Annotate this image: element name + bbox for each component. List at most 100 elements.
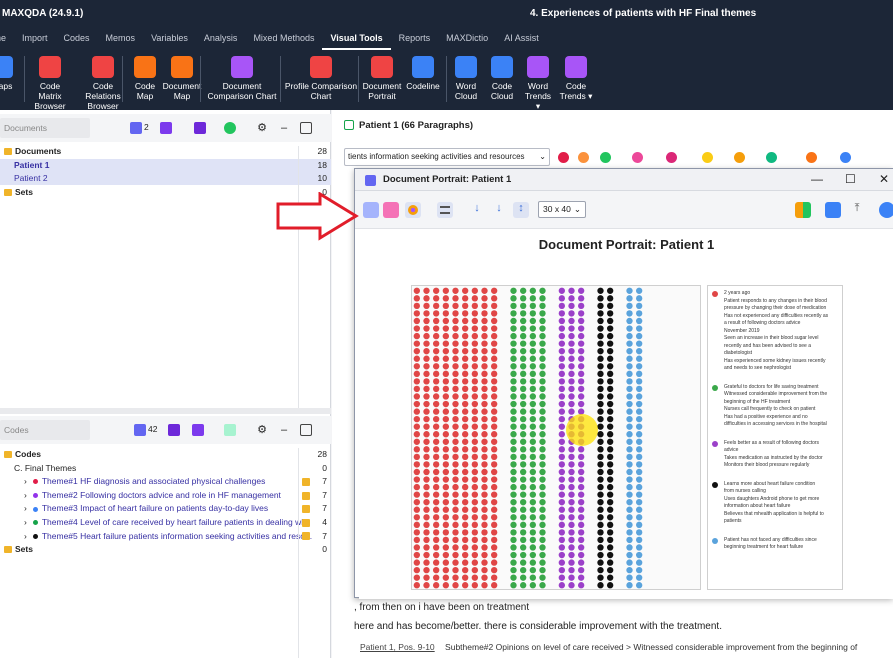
add-icon[interactable] [224, 122, 236, 134]
tree-row[interactable]: C. Final Themes 0 [0, 462, 331, 475]
gear-icon[interactable]: ⚙ [256, 424, 268, 436]
expand-chevron-icon[interactable]: › [24, 490, 27, 500]
code-icon[interactable] [558, 152, 569, 163]
expand-chevron-icon[interactable]: › [24, 503, 27, 513]
ribbon-button[interactable]: Profile Comparison Chart [284, 56, 358, 101]
code-selector-dropdown[interactable]: tients information seeking activities an… [344, 148, 550, 166]
palette-icon[interactable] [795, 202, 811, 218]
tree-row[interactable]: Sets 0 [0, 543, 331, 556]
tree-row[interactable]: › Theme#4 Level of care received by heart… [0, 516, 331, 529]
portrait-dot [539, 499, 546, 506]
minimize-icon[interactable]: – [278, 424, 290, 436]
portrait-dot [490, 295, 498, 302]
tree-row[interactable]: Documents 28 [0, 145, 331, 158]
portrait-dot [432, 348, 440, 355]
sort-asc-icon[interactable]: ↓ [469, 202, 485, 218]
ribbon-button[interactable]: Word Trends ▾ [522, 56, 554, 111]
tree-row[interactable]: › Theme#1 HF diagnosis and associated phy… [0, 475, 331, 488]
menu-tab[interactable]: Visual Tools [322, 26, 391, 50]
window-titlebar[interactable]: Document Portrait: Patient 1 — ☐ ✕ [355, 169, 893, 191]
menu-tab[interactable]: Codes [56, 26, 98, 50]
undock-icon[interactable] [300, 424, 312, 436]
ribbon-button[interactable]: Maps [0, 56, 16, 91]
export-icon[interactable]: ⤒ [849, 202, 865, 218]
grid-size-select[interactable]: 30 x 40 ⌄ [538, 201, 586, 218]
ribbon-button[interactable]: Code Matrix Browser [28, 56, 72, 111]
close-window-button[interactable]: ✕ [879, 172, 889, 186]
list-view-icon[interactable] [437, 202, 453, 218]
grayscale-icon[interactable] [363, 202, 379, 218]
expand-chevron-icon[interactable]: › [24, 476, 27, 486]
color-mode-icon[interactable] [383, 202, 399, 218]
codes-search-input[interactable]: Codes [0, 420, 90, 440]
code-tool-icon[interactable] [192, 424, 204, 436]
help-icon[interactable] [879, 202, 893, 218]
sort-order-icon[interactable]: ↕ [513, 202, 529, 218]
new-code-icon[interactable] [168, 424, 180, 436]
tree-row[interactable]: › Theme#2 Following doctors advice and ro… [0, 489, 331, 502]
portrait-dot [423, 506, 430, 513]
memo-icon[interactable] [302, 518, 311, 527]
highlight-icon[interactable] [632, 152, 643, 163]
menu-tab[interactable]: Variables [143, 26, 196, 50]
memo-icon[interactable] [734, 152, 745, 163]
menu-tab[interactable]: Import [14, 26, 56, 50]
menu-tab[interactable]: Home [0, 26, 14, 50]
menu-tab[interactable]: MAXDictio [438, 26, 496, 50]
link-icon[interactable] [766, 152, 777, 163]
comment-icon[interactable] [806, 152, 817, 163]
menu-tab[interactable]: Reports [391, 26, 439, 50]
portrait-dot [529, 506, 537, 513]
new-document-icon[interactable] [160, 122, 172, 134]
ribbon-button[interactable]: Document Comparison Chart [206, 56, 278, 101]
portrait-dot [635, 378, 643, 385]
documents-search-input[interactable]: Documents [0, 118, 90, 138]
portrait-dot [461, 521, 469, 528]
undock-icon[interactable] [300, 122, 312, 134]
menu-tab[interactable]: Memos [98, 26, 144, 50]
ribbon-button[interactable]: Document Map [162, 56, 202, 101]
import-icon[interactable] [194, 122, 206, 134]
expand-chevron-icon[interactable]: › [24, 531, 27, 541]
edit-icon[interactable] [344, 120, 354, 131]
dots-mode-icon[interactable] [405, 202, 421, 218]
ribbon-button[interactable]: Code Relations Browser [78, 56, 128, 111]
menu-tab[interactable]: Analysis [196, 26, 246, 50]
code-icon[interactable] [578, 152, 589, 163]
ribbon-button[interactable]: Document Portrait [362, 56, 402, 101]
tree-row[interactable]: Codes 28 [0, 448, 331, 461]
camera-icon[interactable] [825, 202, 841, 218]
gear-icon[interactable]: ⚙ [256, 122, 268, 134]
ribbon-button[interactable]: Code Trends ▾ [558, 56, 594, 101]
ribbon-button[interactable]: Codeline [404, 56, 442, 91]
expand-chevron-icon[interactable]: › [24, 517, 27, 527]
activate-icon[interactable] [224, 424, 236, 436]
portrait-dot [490, 559, 498, 566]
documents-icon[interactable] [130, 122, 142, 134]
ribbon-button[interactable]: Code Map [130, 56, 160, 101]
minimize-icon[interactable]: – [278, 122, 290, 134]
ribbon-button[interactable]: Code Cloud [488, 56, 516, 101]
menu-tab[interactable]: Mixed Methods [245, 26, 322, 50]
sort-desc-icon[interactable]: ↓ [491, 202, 507, 218]
maximize-window-button[interactable]: ☐ [845, 172, 856, 186]
minimize-window-button[interactable]: — [811, 172, 823, 186]
emoji-icon[interactable] [702, 152, 713, 163]
menu-tab[interactable]: AI Assist [496, 26, 547, 50]
pen-icon[interactable] [666, 152, 677, 163]
code-icon[interactable] [600, 152, 611, 163]
memo-icon[interactable] [302, 505, 311, 514]
tree-row[interactable]: › Theme#3 Impact of heart failure on pati… [0, 502, 331, 515]
memo-icon[interactable] [302, 491, 311, 500]
tree-row[interactable]: Patient 1 18 [0, 158, 331, 172]
tree-row[interactable]: › Theme#5 Heart failure patients informat… [0, 530, 331, 543]
ribbon-button[interactable]: Word Cloud [452, 56, 480, 101]
memo-icon[interactable] [302, 477, 311, 486]
memo-icon[interactable] [302, 532, 311, 541]
settings-icon[interactable] [840, 152, 851, 163]
tree-row[interactable]: Patient 2 10 [0, 172, 331, 186]
portrait-dot [519, 574, 527, 581]
codes-icon[interactable] [134, 424, 146, 436]
pane-splitter[interactable] [0, 408, 331, 414]
segment-source-link[interactable]: Patient 1, Pos. 9-10 [360, 642, 435, 652]
